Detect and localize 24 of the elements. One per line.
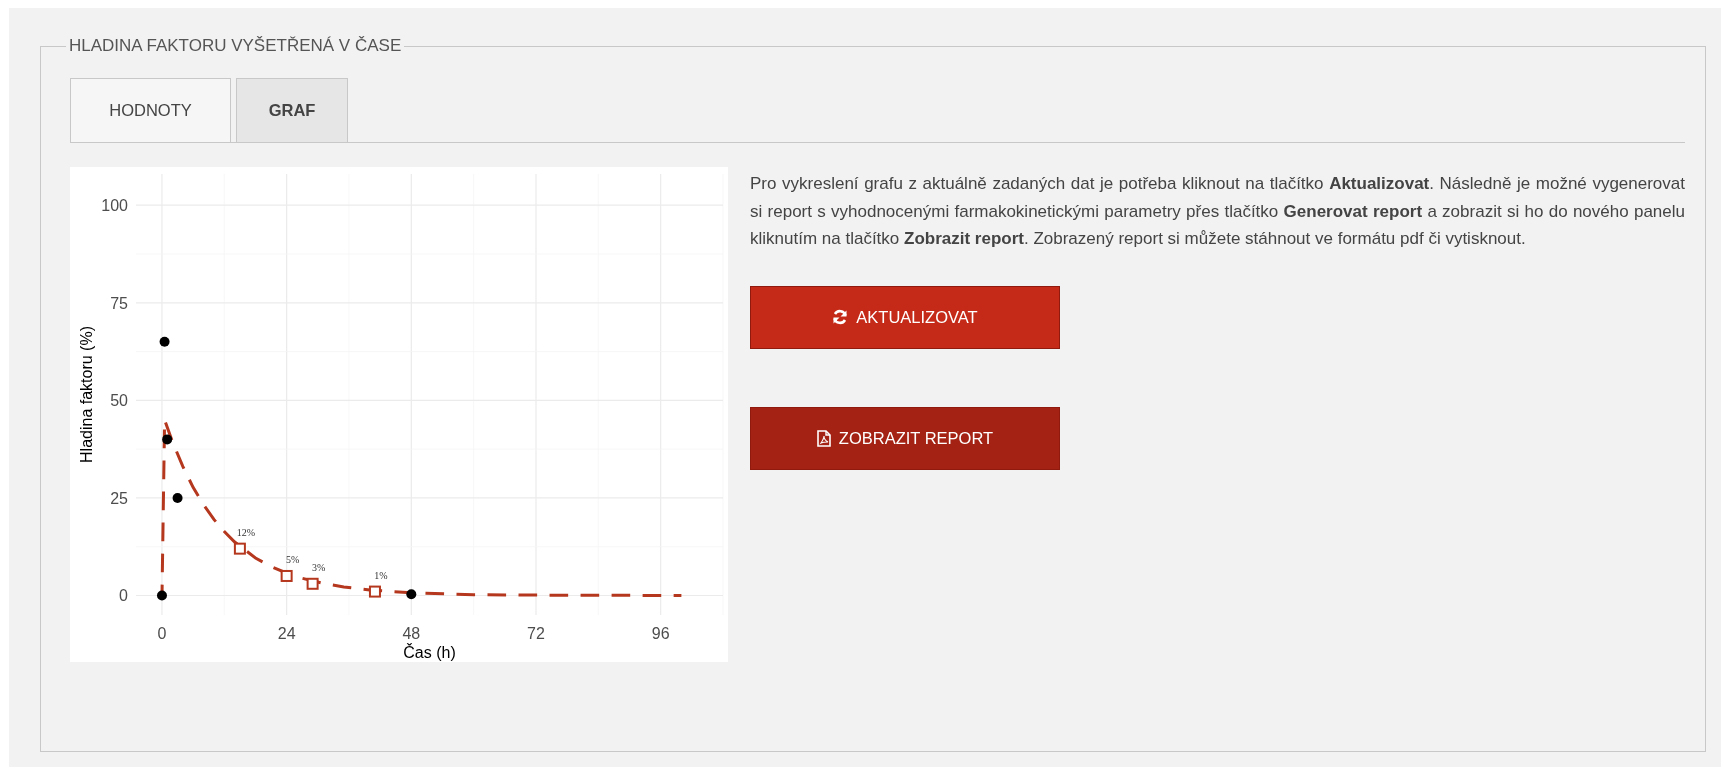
- y-tick-label: 100: [101, 197, 128, 215]
- y-tick-label: 50: [110, 392, 128, 410]
- x-tick-label: 0: [157, 625, 167, 642]
- refresh-button[interactable]: AKTUALIZOVAT: [750, 285, 1060, 349]
- instructions-text: Pro vykreslení grafu z aktuálně zadaných dat je potřeba kliknout na tlačítko Aktualizovat. Následně je možné vygenerovat si report s vyhodnocenými farmakokinetickými parametry přes tlačítko Generovat report a zobrazit si ho do nového panelu kliknutím na tlačítko Zobrazit report. Zobrazený report si můžete stáhnout ve formátu pdf či vytisknout.: [750, 173, 1685, 250]
- y-tick-label: 0: [119, 587, 128, 605]
- tab[interactable]: HODNOTY: [70, 78, 231, 142]
- y-axis-title: Hladina faktoru (%): [78, 326, 95, 463]
- x-tick-label: 24: [277, 625, 296, 642]
- x-tick-label: 72: [527, 625, 545, 642]
- x-tick-label: 48: [402, 625, 421, 642]
- percent-label: 3%: [311, 561, 326, 573]
- x-axis-title: Čas (h): [403, 644, 456, 661]
- tab[interactable]: GRAF: [236, 78, 348, 142]
- report-button[interactable]: ZOBRAZIT REPORT: [750, 406, 1060, 470]
- percent-label: 12%: [236, 526, 256, 538]
- refresh-icon: [832, 309, 849, 325]
- x-tick-label: 96: [651, 625, 670, 642]
- pdf-file-icon: [816, 429, 831, 447]
- percent-label: 1%: [374, 569, 388, 581]
- y-tick-label: 25: [110, 489, 128, 507]
- percent-label: 5%: [285, 553, 300, 565]
- y-tick-label: 75: [110, 294, 128, 312]
- panel-legend: HLADINA FAKTORU VYŠETŘENÁ V ČASE: [66, 36, 405, 56]
